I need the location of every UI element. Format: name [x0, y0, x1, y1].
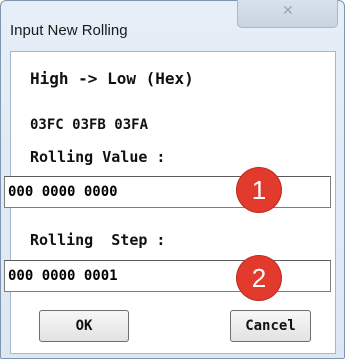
close-button[interactable]: ✕	[237, 0, 338, 28]
window-title: Input New Rolling	[10, 22, 128, 39]
rolling-step-input[interactable]: 000 0000 0001	[4, 260, 331, 292]
rolling-value-input[interactable]: 000 0000 0000	[4, 176, 331, 208]
annotation-marker-1: 1	[237, 168, 281, 212]
cancel-button[interactable]: Cancel	[230, 310, 311, 342]
close-icon[interactable]: ✕	[282, 3, 294, 17]
title-bar: Input New Rolling ✕	[1, 0, 344, 49]
rolling-value-label: Rolling Value :	[30, 148, 166, 166]
direction-heading: High -> Low (Hex)	[30, 69, 194, 88]
ok-button[interactable]: OK	[39, 310, 129, 342]
annotation-marker-2: 2	[237, 256, 281, 300]
hex-values-text: 03FC 03FB 03FA	[30, 117, 149, 133]
rolling-step-label: Rolling Step :	[30, 231, 166, 249]
